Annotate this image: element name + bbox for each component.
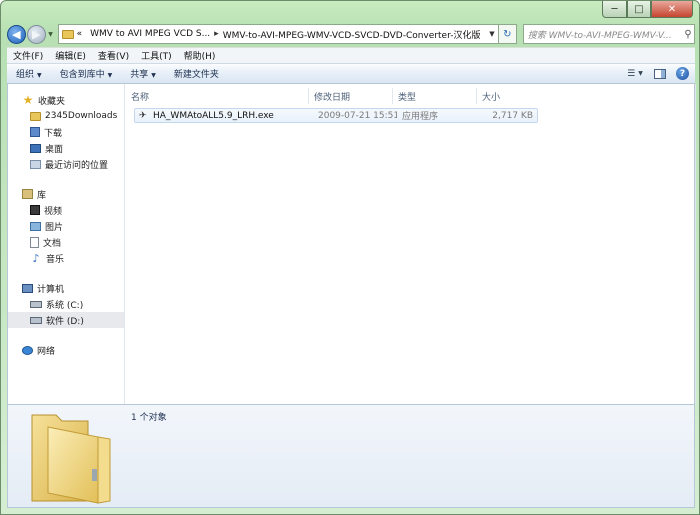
nav-item-desktop[interactable]: 桌面: [8, 140, 124, 156]
nav-item-network[interactable]: 网络: [8, 342, 124, 358]
chevron-down-icon: ▼: [48, 30, 53, 38]
organize-button[interactable]: 组织 ▼: [7, 67, 51, 80]
nav-item-libraries[interactable]: 库: [8, 186, 124, 202]
maximize-button[interactable]: □: [627, 1, 651, 18]
view-list-icon: ☰: [627, 68, 636, 79]
nav-item-recent-places[interactable]: 最近访问的位置: [8, 156, 124, 172]
forward-button[interactable]: ▶: [26, 24, 46, 44]
file-date: 2009-07-21 15:51: [318, 110, 397, 121]
nav-item-favorites[interactable]: ★ 收藏夹: [8, 92, 124, 108]
folder-icon: [61, 29, 74, 39]
chevron-down-icon: ▼: [489, 30, 495, 38]
arrow-right-icon: ▶: [32, 27, 41, 41]
details-pane: 1 个对象: [7, 404, 695, 508]
item-count: 1 个对象: [131, 413, 167, 423]
music-icon: ♪: [32, 251, 40, 265]
recent-places-icon: [30, 159, 41, 169]
caption-buttons: ─ □ ✕: [602, 1, 693, 18]
menu-tools[interactable]: 工具(T): [135, 49, 178, 62]
address-dropdown[interactable]: ▼: [486, 30, 498, 38]
column-header-type[interactable]: 类型: [393, 88, 477, 104]
video-icon: [30, 205, 40, 215]
picture-icon: [30, 221, 41, 231]
breadcrumb-item-current[interactable]: WMV-to-AVI-MPEG-WMV-VCD-SVCD-DVD-Convert…: [223, 28, 481, 41]
address-bar[interactable]: « WMV to AVI MPEG VCD S... ▸ WMV-to-AVI-…: [57, 24, 499, 44]
drive-icon: [30, 316, 42, 324]
drive-icon: [30, 300, 42, 308]
address-row: ◀ ▶ ▼ « WMV to AVI MPEG VCD S... ▸ WMV-t…: [7, 23, 696, 45]
new-folder-button[interactable]: 新建文件夹: [165, 67, 228, 80]
menu-file[interactable]: 文件(F): [7, 49, 49, 62]
file-row[interactable]: ✈ HA_WMAtoALL5.9_LRH.exe 2009-07-21 15:5…: [134, 108, 538, 123]
nav-item-downloads[interactable]: 下载: [8, 124, 124, 140]
search-placeholder: 搜索 WMV-to-AVI-MPEG-WMV-V...: [527, 30, 672, 41]
chevron-down-icon: ▼: [638, 70, 643, 77]
file-size: 2,717 KB: [492, 110, 533, 121]
view-options-button[interactable]: ☰ ▼: [626, 67, 644, 81]
navigation-pane[interactable]: ★ 收藏夹 2345Downloads 下载 桌面 最近访问的位置 库 视频 图…: [8, 84, 125, 404]
recent-pages-dropdown[interactable]: ▼: [47, 31, 55, 38]
share-button[interactable]: 共享 ▼: [121, 67, 165, 80]
arrow-left-icon: ◀: [12, 27, 21, 41]
star-icon: ★: [22, 93, 34, 107]
computer-icon: [22, 283, 33, 293]
back-button[interactable]: ◀: [7, 24, 26, 44]
nav-item-videos[interactable]: 视频: [8, 202, 124, 218]
chevron-down-icon: ▼: [151, 72, 156, 79]
minimize-button[interactable]: ─: [602, 1, 627, 18]
explorer-window: ─ □ ✕ ◀ ▶ ▼ « WMV to AVI MPEG VCD S... ▸…: [0, 0, 700, 515]
file-type: 应用程序: [402, 112, 439, 122]
nav-item-2345downloads[interactable]: 2345Downloads: [8, 108, 124, 124]
content-area: ★ 收藏夹 2345Downloads 下载 桌面 最近访问的位置 库 视频 图…: [7, 84, 696, 404]
preview-pane-button[interactable]: [654, 68, 666, 79]
menu-help[interactable]: 帮助(H): [178, 49, 222, 62]
column-header-size[interactable]: 大小: [477, 88, 529, 104]
help-icon[interactable]: ?: [676, 67, 689, 80]
desktop-icon: [30, 143, 41, 153]
application-icon: ✈: [139, 110, 147, 121]
breadcrumb-separator[interactable]: ▸: [214, 29, 219, 39]
breadcrumb-item-parent[interactable]: WMV to AVI MPEG VCD S...: [90, 29, 210, 39]
nav-group-network: 网络: [8, 342, 124, 358]
search-input[interactable]: 搜索 WMV-to-AVI-MPEG-WMV-V... ⚲: [522, 24, 696, 44]
refresh-icon: ↻: [503, 28, 512, 40]
nav-item-documents[interactable]: 文档: [8, 234, 124, 250]
folder-large-icon: [31, 414, 111, 504]
breadcrumb-overflow[interactable]: «: [77, 29, 83, 39]
nav-item-music[interactable]: ♪ 音乐: [8, 250, 124, 266]
folder-icon: [30, 111, 41, 121]
column-header-date[interactable]: 修改日期: [309, 88, 393, 104]
close-button[interactable]: ✕: [651, 1, 693, 18]
file-name: HA_WMAtoALL5.9_LRH.exe: [153, 110, 274, 121]
nav-item-drive-d[interactable]: 软件 (D:): [8, 312, 124, 328]
column-header-name[interactable]: 名称: [126, 88, 309, 104]
file-list[interactable]: 名称 修改日期 类型 大小 ✈ HA_WMAtoALL5.9_LRH.exe 2…: [126, 84, 696, 404]
menu-bar: 文件(F) 编辑(E) 查看(V) 工具(T) 帮助(H): [7, 47, 695, 63]
menu-view[interactable]: 查看(V): [92, 49, 135, 62]
search-icon[interactable]: ⚲: [682, 29, 694, 40]
command-bar: 组织 ▼ 包含到库中 ▼ 共享 ▼ 新建文件夹 ☰ ▼ ?: [7, 63, 695, 84]
network-icon: [22, 345, 33, 355]
nav-item-computer[interactable]: 计算机: [8, 280, 124, 296]
column-headers: 名称 修改日期 类型 大小: [126, 88, 546, 104]
chevron-down-icon: ▼: [37, 72, 42, 79]
menu-edit[interactable]: 编辑(E): [49, 49, 92, 62]
refresh-button[interactable]: ↻: [498, 24, 517, 44]
nav-group-computer: 计算机 系统 (C:) 软件 (D:): [8, 280, 124, 328]
nav-item-drive-c[interactable]: 系统 (C:): [8, 296, 124, 312]
library-icon: [22, 189, 33, 199]
document-icon: [30, 236, 39, 248]
nav-item-pictures[interactable]: 图片: [8, 218, 124, 234]
include-in-library-button[interactable]: 包含到库中 ▼: [51, 67, 122, 80]
nav-group-libraries: 库 视频 图片 文档 ♪ 音乐: [8, 186, 124, 266]
chevron-down-icon: ▼: [107, 72, 113, 79]
nav-group-favorites: ★ 收藏夹 2345Downloads 下载 桌面 最近访问的位置: [8, 92, 124, 172]
downloads-icon: [30, 127, 40, 137]
